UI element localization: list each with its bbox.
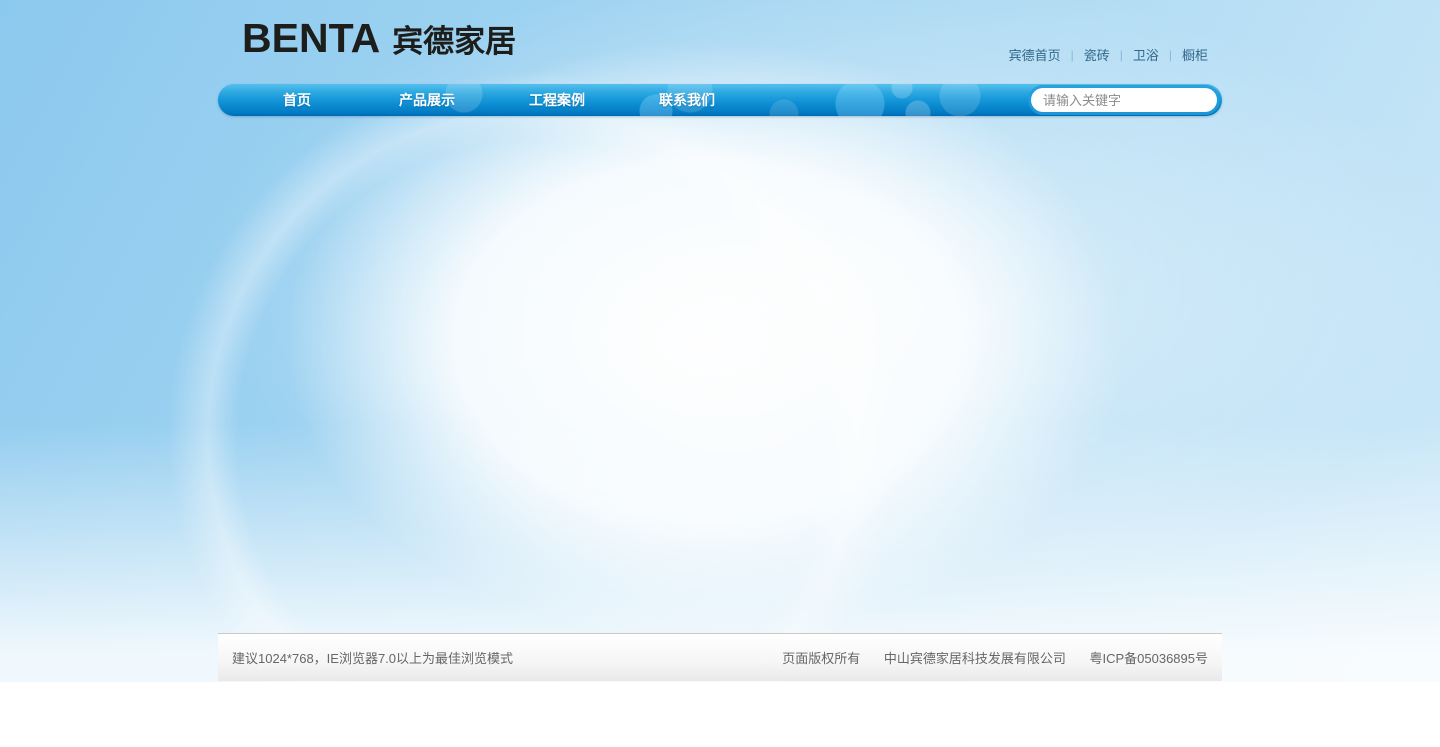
main-nav-bar: 首页 产品展示 工程案例 联系我们 xyxy=(218,84,1222,116)
nav-item-projects[interactable]: 工程案例 xyxy=(492,84,622,116)
top-links: 宾德首页 | 瓷砖 | 卫浴 | 橱柜 xyxy=(999,45,1218,64)
logo[interactable]: BENTA 宾德家居 xyxy=(242,18,516,59)
footer-copyright-block: 页面版权所有 中山宾德家居科技发展有限公司 粤ICP备05036895号 xyxy=(762,648,1208,667)
nav-item-products[interactable]: 产品展示 xyxy=(362,84,492,116)
top-link-tiles[interactable]: 瓷砖 xyxy=(1074,45,1120,64)
top-link-cabinet[interactable]: 橱柜 xyxy=(1172,45,1218,64)
search-input[interactable] xyxy=(1031,88,1217,112)
logo-text-en: BENTA xyxy=(242,18,380,59)
header: BENTA 宾德家居 宾德首页 | 瓷砖 | 卫浴 | 橱柜 xyxy=(218,0,1222,84)
search-box xyxy=(1031,88,1217,112)
page-wrapper: BENTA 宾德家居 宾德首页 | 瓷砖 | 卫浴 | 橱柜 首页 产品展示 工… xyxy=(218,0,1222,681)
content-area xyxy=(218,116,1222,633)
logo-text-cn: 宾德家居 xyxy=(392,26,516,57)
nav-item-contact[interactable]: 联系我们 xyxy=(622,84,752,116)
footer: 建议1024*768，IE浏览器7.0以上为最佳浏览模式 页面版权所有 中山宾德… xyxy=(218,633,1222,681)
page-background: BENTA 宾德家居 宾德首页 | 瓷砖 | 卫浴 | 橱柜 首页 产品展示 工… xyxy=(0,0,1440,682)
footer-icp-number: 粤ICP备05036895号 xyxy=(1089,651,1208,666)
top-link-benta-home[interactable]: 宾德首页 xyxy=(999,45,1071,64)
nav-item-home[interactable]: 首页 xyxy=(232,84,362,116)
top-link-bathroom[interactable]: 卫浴 xyxy=(1123,45,1169,64)
footer-browser-note: 建议1024*768，IE浏览器7.0以上为最佳浏览模式 xyxy=(232,648,513,667)
footer-company-name: 中山宾德家居科技发展有限公司 xyxy=(884,651,1066,666)
footer-copyright-label: 页面版权所有 xyxy=(782,651,860,666)
